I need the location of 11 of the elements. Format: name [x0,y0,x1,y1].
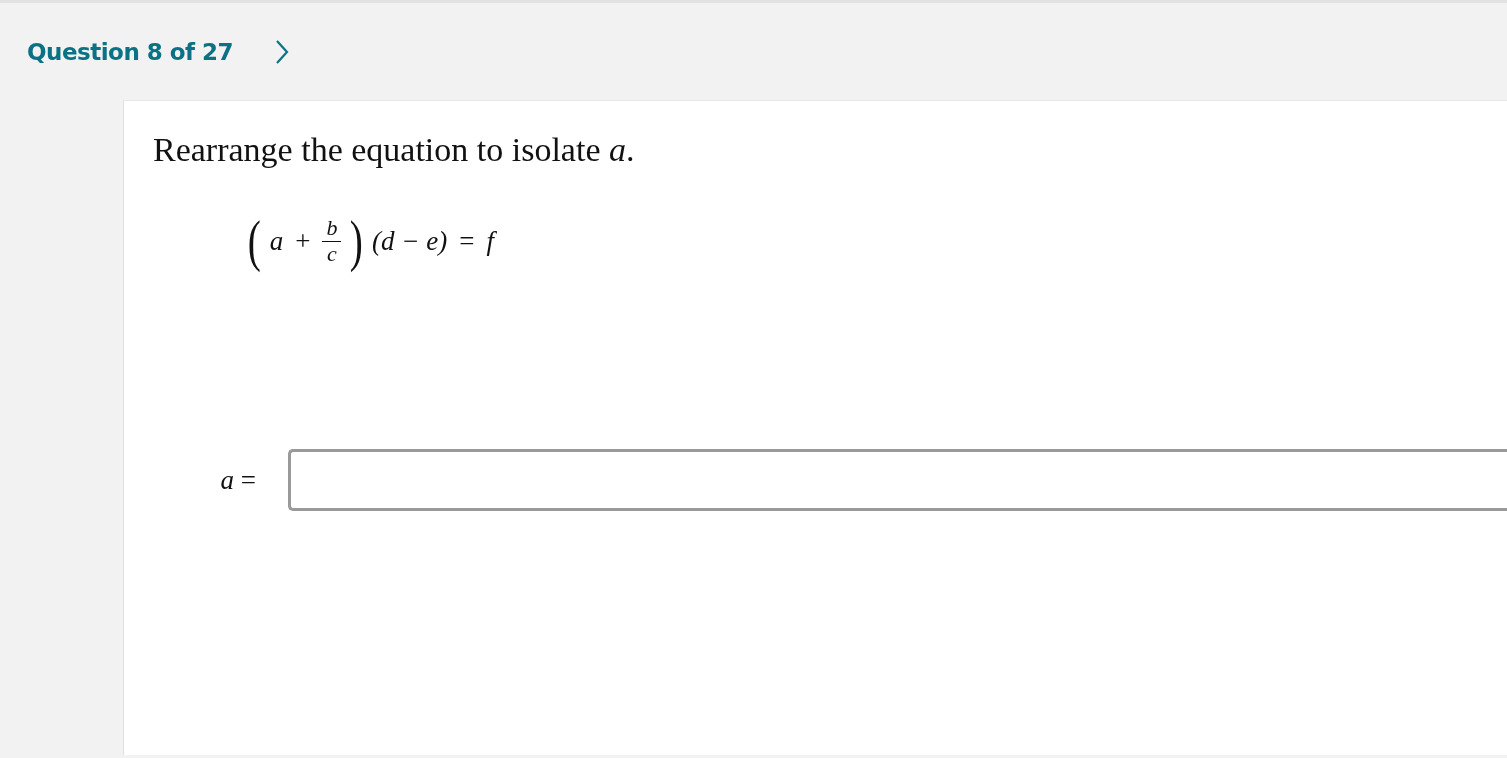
math-symbol: = [459,225,475,257]
question-counter: Question 8 of 27 [27,38,234,65]
fraction-denominator: c [327,241,337,266]
fraction-numerator: b [322,216,342,242]
math-variable: a [269,225,284,257]
chevron-right-icon [275,38,290,65]
answer-field[interactable] [288,449,1507,511]
math-expression: (d − e) [372,225,448,257]
question-prompt: Rearrange the equation to isolate a. [153,131,636,169]
answer-label: a = [219,464,257,496]
math-symbol: + [295,225,311,257]
